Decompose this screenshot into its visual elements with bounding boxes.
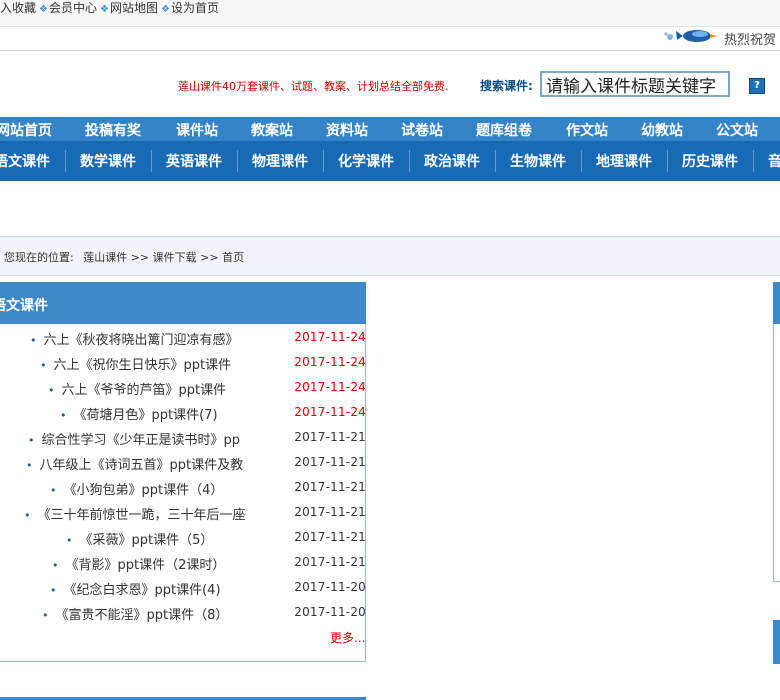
item-date: 2017-11-21 bbox=[294, 430, 366, 444]
list-item[interactable]: • 《小狗包弟》ppt课件（4） bbox=[50, 479, 223, 498]
search-label: 搜索课件: bbox=[480, 79, 533, 93]
item-title[interactable]: 《三十年前惊世一跪，三十年后一座 bbox=[38, 508, 246, 523]
nav-separator bbox=[581, 150, 582, 172]
right-panel-header bbox=[773, 282, 780, 324]
bullet-icon: • bbox=[48, 384, 55, 397]
more-link[interactable]: 更多... bbox=[330, 629, 365, 646]
item-title[interactable]: 《背影》ppt课件（2课时） bbox=[66, 558, 226, 573]
nav-separator bbox=[753, 150, 754, 172]
nav-preschool[interactable]: 幼教站 bbox=[641, 120, 683, 140]
item-title[interactable]: 《纪念白求恩》ppt课件(4) bbox=[64, 583, 221, 598]
item-title[interactable]: 《采薇》ppt课件（5） bbox=[80, 533, 214, 548]
item-date: 2017-11-21 bbox=[294, 455, 366, 469]
nav-politics[interactable]: 政治课件 bbox=[424, 151, 480, 171]
list-item[interactable]: • 综合性学习《少年正是读书时》pp bbox=[28, 429, 240, 448]
list-item[interactable]: • 《背影》ppt课件（2课时） bbox=[52, 554, 225, 573]
list-item[interactable]: • 《纪念白求恩》ppt课件(4) bbox=[50, 579, 221, 598]
search-help-button[interactable]: ? bbox=[749, 78, 765, 94]
item-date: 2017-11-21 bbox=[294, 505, 366, 519]
bird-logo-icon bbox=[664, 30, 717, 42]
item-title[interactable]: 《富贵不能淫》ppt课件（8） bbox=[56, 608, 229, 623]
bullet-icon: • bbox=[28, 434, 35, 447]
item-date: 2017-11-20 bbox=[294, 605, 366, 619]
item-date: 2017-11-21 bbox=[294, 480, 366, 494]
bullet-icon: • bbox=[50, 484, 57, 497]
list-item[interactable]: • 《三十年前惊世一跪，三十年后一座 bbox=[24, 504, 246, 523]
item-title[interactable]: 《小狗包弟》ppt课件（4） bbox=[64, 483, 224, 498]
item-title[interactable]: 综合性学习《少年正是读书时》pp bbox=[42, 433, 241, 448]
item-date: 2017-11-24 bbox=[294, 355, 366, 369]
nav-music[interactable]: 音 bbox=[768, 151, 780, 171]
nav-documents[interactable]: 公文站 bbox=[716, 120, 758, 140]
bullet-icon: • bbox=[30, 334, 37, 347]
list-item[interactable]: • 六上《秋夜将晓出篱门迎凉有感》 bbox=[30, 329, 239, 348]
list-item[interactable]: • 《荷塘月色》ppt课件(7) bbox=[60, 404, 218, 423]
item-date: 2017-11-21 bbox=[294, 530, 366, 544]
bullet-icon: • bbox=[60, 409, 67, 422]
item-date: 2017-11-20 bbox=[294, 580, 366, 594]
list-item[interactable]: • 八年级上《诗词五首》ppt课件及教 bbox=[26, 454, 243, 473]
item-title[interactable]: 《荷塘月色》ppt课件(7) bbox=[74, 408, 218, 423]
item-title[interactable]: 六上《祝你生日快乐》ppt课件 bbox=[54, 358, 232, 373]
item-title[interactable]: 八年级上《诗词五首》ppt课件及教 bbox=[40, 458, 244, 473]
bullet-icon: • bbox=[50, 584, 57, 597]
list-item[interactable]: • 六上《爷爷的芦笛》ppt课件 bbox=[48, 379, 226, 398]
right-panel bbox=[773, 282, 780, 582]
nav-composition[interactable]: 作文站 bbox=[566, 120, 608, 140]
item-title[interactable]: 六上《秋夜将晓出篱门迎凉有感》 bbox=[44, 333, 239, 348]
item-date: 2017-11-24 bbox=[294, 405, 366, 419]
nav-biology[interactable]: 生物课件 bbox=[510, 151, 566, 171]
bullet-icon: • bbox=[66, 534, 73, 547]
search-input[interactable] bbox=[540, 71, 730, 97]
nav-question-bank[interactable]: 题库组卷 bbox=[476, 120, 532, 140]
bullet-icon: • bbox=[42, 609, 49, 622]
bullet-icon: • bbox=[40, 359, 47, 372]
item-title[interactable]: 六上《爷爷的芦笛》ppt课件 bbox=[62, 383, 227, 398]
courseware-list: • 六上《秋夜将晓出篱门迎凉有感》 2017-11-24 • 六上《祝你生日快乐》ppt… bbox=[0, 0, 366, 700]
item-date: 2017-11-21 bbox=[294, 555, 366, 569]
item-date: 2017-11-24 bbox=[294, 330, 366, 344]
nav-geography[interactable]: 地理课件 bbox=[596, 151, 652, 171]
nav-history[interactable]: 历史课件 bbox=[682, 151, 738, 171]
nav-exams[interactable]: 试卷站 bbox=[401, 120, 443, 140]
list-item[interactable]: • 《富贵不能淫》ppt课件（8） bbox=[42, 604, 228, 623]
nav-separator bbox=[495, 150, 496, 172]
bullet-icon: • bbox=[26, 459, 33, 472]
bullet-icon: • bbox=[24, 509, 31, 522]
nav-separator bbox=[667, 150, 668, 172]
list-item[interactable]: • 六上《祝你生日快乐》ppt课件 bbox=[40, 354, 231, 373]
list-item[interactable]: • 《采薇》ppt课件（5） bbox=[66, 529, 213, 548]
item-date: 2017-11-24 bbox=[294, 380, 366, 394]
greeting-text: 热烈祝贺 bbox=[724, 33, 777, 48]
bullet-icon: • bbox=[52, 559, 59, 572]
right-panel-header bbox=[773, 620, 780, 664]
nav-separator bbox=[409, 150, 410, 172]
